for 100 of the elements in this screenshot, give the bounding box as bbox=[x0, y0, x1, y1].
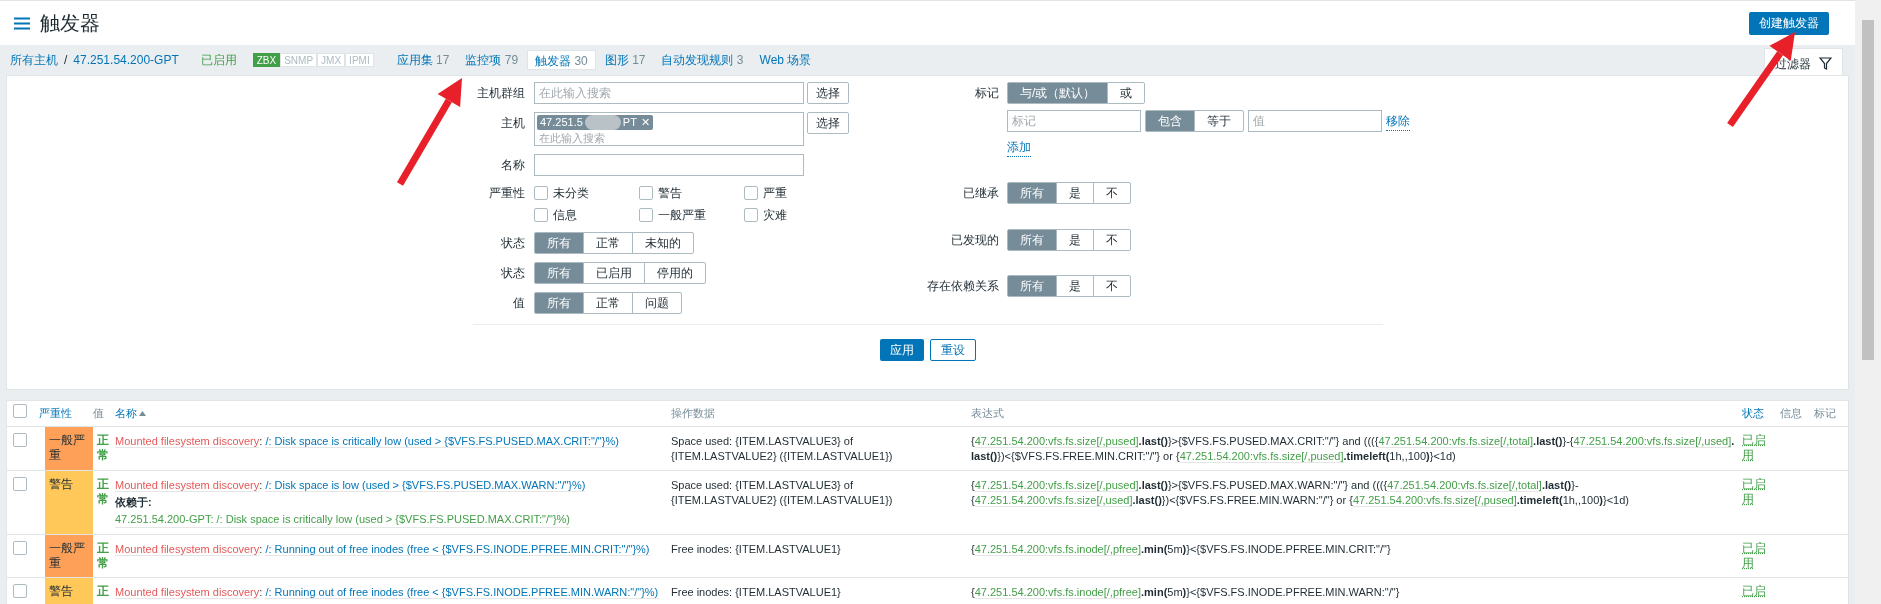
checkbox[interactable] bbox=[744, 186, 758, 200]
trigger-name-link[interactable]: /: Running out of free inodes (free < {$VFS.FS.INODE.PFREE.MIN.WARN:"/"}%) bbox=[265, 586, 659, 599]
checkbox[interactable] bbox=[639, 208, 653, 222]
segment-option[interactable]: 正常 bbox=[583, 292, 633, 314]
segment-option[interactable]: 未知的 bbox=[632, 232, 694, 254]
expression-text: {47.251.54.200:vfs.fs.inode[/,pfree].min(5m)}<{$VFS.FS.INODE.PFREE.MIN.WARN:"/"} bbox=[971, 585, 1401, 601]
checkbox[interactable] bbox=[13, 433, 27, 447]
host-tab[interactable]: 应用集 17 bbox=[389, 50, 457, 70]
operational-data: Free inodes: {ITEM.LASTVALUE1} bbox=[671, 542, 842, 557]
item-link[interactable]: 47.251.54.200:vfs.fs.size[/,pused] bbox=[1352, 494, 1517, 507]
field-label: 已发现的 bbox=[950, 231, 999, 249]
trigger-name-link[interactable]: /: Running out of free inodes (free < {$VFS.FS.INODE.PFREE.MIN.CRIT:"/"}%) bbox=[265, 543, 650, 556]
host-status: 已启用 bbox=[200, 52, 237, 69]
segment-option[interactable]: 不 bbox=[1093, 181, 1131, 204]
host-tab[interactable]: 监控项 79 bbox=[458, 50, 526, 70]
severity-badge: 警告 bbox=[45, 578, 93, 604]
menu-icon[interactable] bbox=[14, 16, 30, 30]
value-field[interactable]: 值 bbox=[1248, 110, 1382, 132]
reset-button[interactable]: 重设 bbox=[929, 339, 976, 361]
checkbox[interactable] bbox=[534, 186, 548, 200]
select-button[interactable]: 选择 bbox=[807, 82, 849, 104]
status-link[interactable]: 已启用 bbox=[1742, 427, 1768, 470]
breadcrumb-separator: / bbox=[64, 52, 68, 69]
status-link[interactable]: 已启用 bbox=[1742, 535, 1768, 577]
checkbox-label: 信息 bbox=[553, 207, 577, 224]
segment-option[interactable]: 不 bbox=[1093, 228, 1131, 251]
field-label: 名称 bbox=[500, 157, 525, 174]
host-tab[interactable]: 图形 17 bbox=[597, 50, 653, 70]
value-status: 正常 bbox=[96, 540, 107, 572]
severity-badge: 警告 bbox=[45, 471, 93, 534]
value-status: 正 bbox=[96, 583, 107, 600]
segment-option[interactable]: 与/或（默认） bbox=[1007, 82, 1109, 104]
item-link[interactable]: 47.251.54.200:vfs.fs.size[/,total] bbox=[1387, 479, 1542, 492]
sort-ascending-icon bbox=[139, 411, 146, 416]
name-field[interactable] bbox=[534, 154, 804, 176]
checkbox[interactable] bbox=[13, 584, 27, 598]
segment-option[interactable]: 是 bbox=[1056, 275, 1094, 298]
select-button[interactable]: 选择 bbox=[807, 112, 849, 134]
segment-option[interactable]: 所有 bbox=[1007, 275, 1057, 298]
column-header[interactable]: 状态 bbox=[1742, 405, 1780, 422]
host-group-field[interactable]: 在此输入搜索 bbox=[534, 82, 804, 104]
operational-data: Free inodes: {ITEM.LASTVALUE1} bbox=[671, 585, 842, 600]
apply-button[interactable]: 应用 bbox=[879, 339, 924, 361]
column-header: 操作数据 bbox=[671, 406, 716, 422]
host-field[interactable]: 47.251.5 PT ✕ 在此输入搜索 bbox=[534, 112, 804, 146]
status-link[interactable]: 已启 bbox=[1742, 578, 1768, 604]
checkbox[interactable] bbox=[639, 186, 653, 200]
field-label: 标记 bbox=[974, 85, 999, 102]
tag-field[interactable]: 标记 bbox=[1007, 110, 1141, 132]
item-link[interactable]: 47.251.54.200:vfs.fs.size[/,total] bbox=[1378, 435, 1534, 448]
blurred-redaction bbox=[584, 115, 621, 130]
remove-tag-button[interactable]: ✕ bbox=[640, 114, 650, 131]
segment-option[interactable]: 不 bbox=[1093, 275, 1131, 298]
item-link[interactable]: 47.251.54.200:vfs.fs.size[/,pused] bbox=[974, 435, 1139, 448]
checkbox-label: 一般严重 bbox=[658, 207, 706, 224]
checkbox-label: 未分类 bbox=[553, 185, 589, 202]
segment-option[interactable]: 所有 bbox=[1007, 181, 1057, 204]
segment-option[interactable]: 包含 bbox=[1145, 110, 1195, 132]
segment-option[interactable]: 所有 bbox=[1007, 228, 1057, 251]
host-tab[interactable]: Web 场景 bbox=[752, 50, 819, 70]
dependency-link[interactable]: 47.251.54.200-GPT: /: Disk space is critically low (used > {$VFS.FS.PUSED.MAX.CRIT:"/"}%) bbox=[115, 512, 570, 528]
host-tab[interactable]: 触发器 30 bbox=[527, 50, 596, 70]
checkbox[interactable] bbox=[13, 477, 27, 491]
column-header: 标记 bbox=[1814, 406, 1837, 422]
checkbox[interactable] bbox=[13, 404, 27, 419]
tag-text: 47.251.5 bbox=[540, 115, 583, 131]
availability-badge: JMX bbox=[317, 53, 346, 67]
item-link[interactable]: 47.251.54.200:vfs.fs.size[/,used] bbox=[974, 494, 1133, 507]
item-link[interactable]: 47.251.54.200:vfs.fs.inode[/,pfree] bbox=[974, 586, 1142, 599]
column-header[interactable]: 名称 bbox=[115, 405, 671, 422]
checkbox[interactable] bbox=[13, 541, 27, 555]
trigger-name-link[interactable]: /: Disk space is low (used > {$VFS.FS.PUSED.MAX.WARN:"/"}%) bbox=[265, 479, 586, 492]
checkbox[interactable] bbox=[534, 208, 548, 222]
segment-option[interactable]: 等于 bbox=[1194, 110, 1244, 132]
segment-option[interactable]: 所有 bbox=[534, 292, 584, 314]
segment-option[interactable]: 所有 bbox=[534, 262, 584, 284]
add-link[interactable]: 添加 bbox=[1007, 138, 1031, 157]
field-label: 值 bbox=[512, 295, 525, 312]
segment-option[interactable]: 已启用 bbox=[583, 262, 645, 284]
status-link[interactable]: 已启用 bbox=[1742, 471, 1768, 534]
segment-option[interactable]: 正常 bbox=[583, 232, 633, 254]
item-link[interactable]: 47.251.54.200:vfs.fs.size[/,pused] bbox=[1179, 450, 1344, 463]
segment-option[interactable]: 是 bbox=[1056, 228, 1094, 251]
trigger-name-link[interactable]: /: Disk space is critically low (used > {$VFS.FS.PUSED.MAX.CRIT:"/"}%) bbox=[265, 435, 619, 448]
segment-option[interactable]: 所有 bbox=[534, 232, 584, 254]
item-link[interactable]: 47.251.54.200:vfs.fs.inode[/,pfree] bbox=[974, 543, 1142, 556]
segment-option[interactable]: 停用的 bbox=[644, 262, 706, 284]
column-header[interactable]: 严重性 bbox=[39, 405, 93, 422]
item-link[interactable]: 47.251.54.200:vfs.fs.size[/,pused] bbox=[974, 479, 1139, 492]
remove-link[interactable]: 移除 bbox=[1386, 111, 1410, 131]
breadcrumb-link[interactable]: 所有主机 bbox=[10, 51, 58, 69]
host-tab[interactable]: 自动发现规则 3 bbox=[654, 50, 751, 70]
separator: : bbox=[259, 543, 264, 555]
scrollbar[interactable] bbox=[1855, 0, 1881, 604]
checkbox[interactable] bbox=[744, 208, 758, 222]
segment-option[interactable]: 问题 bbox=[632, 292, 682, 314]
segment-option[interactable]: 或 bbox=[1107, 82, 1146, 104]
create-trigger-button[interactable]: 创建触发器 bbox=[1749, 11, 1829, 35]
breadcrumb-link[interactable]: 47.251.54.200-GPT bbox=[73, 51, 179, 69]
segment-option[interactable]: 是 bbox=[1056, 181, 1094, 204]
